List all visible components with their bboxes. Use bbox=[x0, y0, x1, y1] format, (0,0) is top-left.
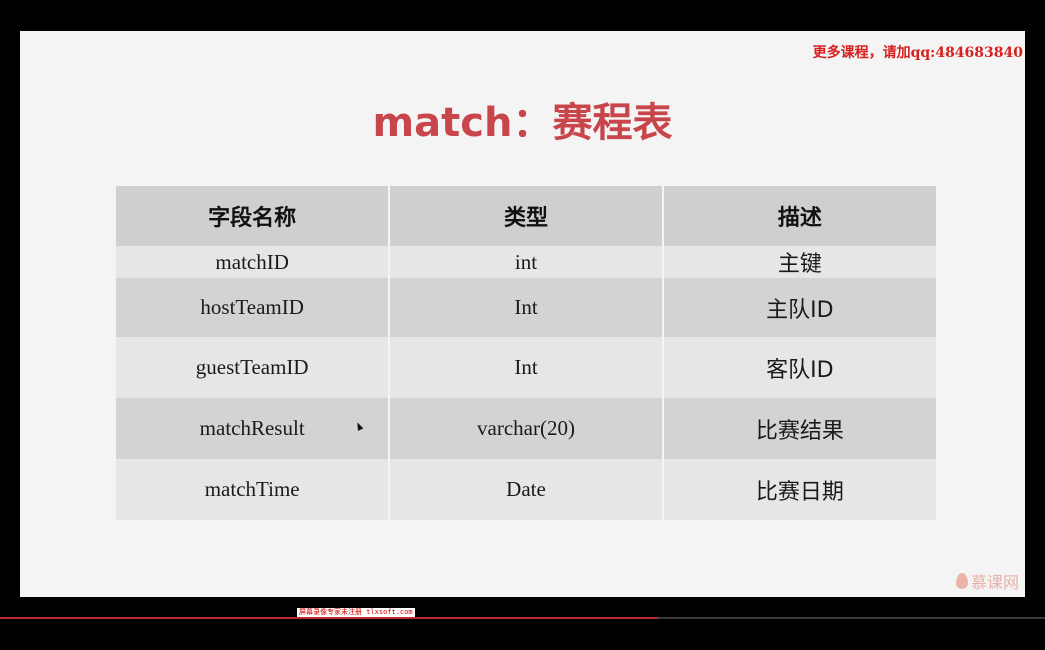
cell-type: Int bbox=[389, 337, 664, 398]
cell-field: hostTeamID bbox=[116, 278, 391, 337]
imooc-logo: 慕课网 bbox=[955, 569, 1019, 593]
cell-field: matchResult bbox=[116, 398, 391, 459]
cell-description: 比赛日期 bbox=[662, 459, 936, 520]
cell-description: 客队ID bbox=[662, 337, 936, 398]
cell-description: 比赛结果 bbox=[662, 398, 936, 459]
table-row: guestTeamID Int 客队ID bbox=[116, 337, 936, 398]
cell-type: int bbox=[389, 246, 664, 278]
logo-text: 慕课网 bbox=[970, 573, 1019, 592]
cell-field: matchTime bbox=[116, 459, 391, 520]
flame-logo-icon bbox=[955, 573, 968, 589]
cell-type: Date bbox=[389, 459, 664, 520]
schema-table: 字段名称 类型 描述 matchID int 主键 hostTeamID Int… bbox=[116, 186, 936, 520]
slide: 更多课程，请加qq:484683840 match：赛程表 字段名称 类型 描述… bbox=[20, 31, 1025, 597]
table-header-row: 字段名称 类型 描述 bbox=[116, 186, 936, 246]
recorder-watermark: 屏幕录像专家未注册 tlxsoft.com bbox=[297, 608, 415, 617]
cell-description: 主队ID bbox=[662, 278, 936, 337]
table-row: matchTime Date 比赛日期 bbox=[116, 459, 936, 520]
cell-field: guestTeamID bbox=[116, 337, 391, 398]
header-field-name: 字段名称 bbox=[116, 186, 391, 246]
qq-watermark: 更多课程，请加qq:484683840 bbox=[812, 45, 1023, 61]
slide-title: match：赛程表 bbox=[372, 100, 673, 146]
video-progress-bar[interactable] bbox=[0, 617, 1045, 619]
table-row: matchID int 主键 bbox=[116, 246, 936, 278]
cell-description: 主键 bbox=[662, 246, 936, 278]
cell-type: varchar(20) bbox=[389, 398, 664, 459]
header-description: 描述 bbox=[662, 186, 936, 246]
table-row: hostTeamID Int 主队ID bbox=[116, 278, 936, 337]
video-progress-fill bbox=[0, 617, 659, 619]
table-row: matchResult varchar(20) 比赛结果 bbox=[116, 398, 936, 459]
cell-field: matchID bbox=[116, 246, 391, 278]
header-type: 类型 bbox=[389, 186, 664, 246]
cell-type: Int bbox=[389, 278, 664, 337]
